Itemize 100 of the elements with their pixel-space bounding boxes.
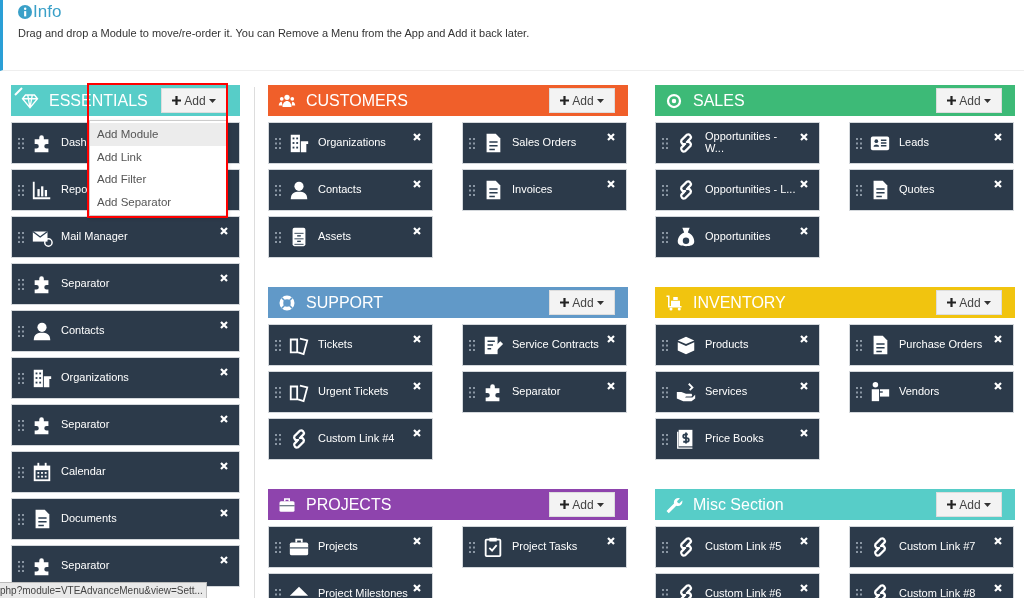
menu-tile[interactable]: Custom Link #7 — [849, 526, 1014, 568]
add-button[interactable]: Add — [936, 88, 1002, 113]
drag-handle-icon[interactable] — [275, 339, 281, 351]
menu-tile[interactable]: Opportunities - L... — [655, 169, 820, 211]
menu-tile[interactable]: Contacts — [11, 310, 240, 352]
drag-handle-icon[interactable] — [18, 372, 24, 384]
drag-handle-icon[interactable] — [856, 137, 862, 149]
drag-handle-icon[interactable] — [662, 386, 668, 398]
menu-tile[interactable]: Custom Link #5 — [655, 526, 820, 568]
drag-handle-icon[interactable] — [856, 386, 862, 398]
remove-icon[interactable] — [413, 382, 421, 390]
menu-tile[interactable]: Custom Link #6 — [655, 573, 820, 598]
drag-handle-icon[interactable] — [662, 588, 668, 598]
menu-tile[interactable]: Services — [655, 371, 820, 413]
remove-icon[interactable] — [413, 133, 421, 141]
menu-tile[interactable]: Price Books — [655, 418, 820, 460]
drag-handle-icon[interactable] — [18, 560, 24, 572]
drag-handle-icon[interactable] — [18, 231, 24, 243]
drag-handle-icon[interactable] — [18, 419, 24, 431]
add-button[interactable]: Add — [549, 88, 615, 113]
remove-icon[interactable] — [413, 335, 421, 343]
drag-handle-icon[interactable] — [856, 339, 862, 351]
menu-tile[interactable]: Custom Link #8 — [849, 573, 1014, 598]
drag-handle-icon[interactable] — [469, 184, 475, 196]
drag-handle-icon[interactable] — [662, 541, 668, 553]
drag-handle-icon[interactable] — [469, 386, 475, 398]
drag-handle-icon[interactable] — [856, 184, 862, 196]
remove-icon[interactable] — [413, 537, 421, 545]
drag-handle-icon[interactable] — [662, 231, 668, 243]
menu-tile[interactable]: Invoices — [462, 169, 627, 211]
drag-handle-icon[interactable] — [18, 278, 24, 290]
drag-handle-icon[interactable] — [18, 466, 24, 478]
add-button[interactable]: Add — [549, 290, 615, 315]
remove-icon[interactable] — [607, 537, 615, 545]
drag-handle-icon[interactable] — [18, 513, 24, 525]
drag-handle-icon[interactable] — [856, 541, 862, 553]
drag-handle-icon[interactable] — [662, 137, 668, 149]
remove-icon[interactable] — [800, 180, 808, 188]
remove-icon[interactable] — [994, 382, 1002, 390]
drag-handle-icon[interactable] — [662, 184, 668, 196]
menu-tile[interactable]: Assets — [268, 216, 433, 258]
remove-icon[interactable] — [220, 274, 228, 282]
remove-icon[interactable] — [800, 227, 808, 235]
remove-icon[interactable] — [800, 335, 808, 343]
menu-tile[interactable]: Projects — [268, 526, 433, 568]
menu-tile[interactable]: Project Tasks — [462, 526, 627, 568]
remove-icon[interactable] — [413, 584, 421, 592]
drag-handle-icon[interactable] — [275, 433, 281, 445]
menu-item[interactable]: Add Filter — [90, 168, 227, 191]
remove-icon[interactable] — [800, 537, 808, 545]
drag-handle-icon[interactable] — [18, 325, 24, 337]
menu-item[interactable]: Add Separator — [90, 190, 227, 213]
remove-icon[interactable] — [220, 321, 228, 329]
add-button[interactable]: Add — [549, 492, 615, 517]
remove-icon[interactable] — [413, 227, 421, 235]
remove-icon[interactable] — [800, 382, 808, 390]
remove-icon[interactable] — [800, 429, 808, 437]
menu-tile[interactable]: Separator — [11, 263, 240, 305]
remove-icon[interactable] — [220, 227, 228, 235]
menu-tile[interactable]: Separator — [11, 545, 240, 587]
drag-handle-icon[interactable] — [662, 339, 668, 351]
add-button[interactable]: Add — [936, 492, 1002, 517]
menu-tile[interactable]: Service Contracts — [462, 324, 627, 366]
menu-item[interactable]: Add Link — [90, 145, 227, 168]
menu-tile[interactable]: Documents — [11, 498, 240, 540]
menu-tile[interactable]: Quotes — [849, 169, 1014, 211]
remove-icon[interactable] — [607, 180, 615, 188]
remove-icon[interactable] — [994, 584, 1002, 592]
drag-handle-icon[interactable] — [275, 541, 281, 553]
menu-tile[interactable]: Separator — [11, 404, 240, 446]
remove-icon[interactable] — [800, 584, 808, 592]
menu-tile[interactable]: Mail Manager — [11, 216, 240, 258]
add-button[interactable]: Add — [936, 290, 1002, 315]
remove-icon[interactable] — [413, 180, 421, 188]
remove-icon[interactable] — [994, 537, 1002, 545]
drag-handle-icon[interactable] — [856, 588, 862, 598]
remove-icon[interactable] — [607, 382, 615, 390]
remove-icon[interactable] — [220, 462, 228, 470]
menu-tile[interactable]: Sales Orders — [462, 122, 627, 164]
drag-handle-icon[interactable] — [469, 339, 475, 351]
menu-tile[interactable]: Vendors — [849, 371, 1014, 413]
menu-tile[interactable]: Organizations — [11, 357, 240, 399]
remove-icon[interactable] — [413, 429, 421, 437]
drag-handle-icon[interactable] — [275, 231, 281, 243]
menu-tile[interactable]: Purchase Orders — [849, 324, 1014, 366]
drag-handle-icon[interactable] — [275, 184, 281, 196]
menu-tile[interactable]: Calendar — [11, 451, 240, 493]
drag-handle-icon[interactable] — [18, 137, 24, 149]
menu-tile[interactable]: Separator — [462, 371, 627, 413]
drag-handle-icon[interactable] — [469, 137, 475, 149]
menu-tile[interactable]: Opportunities - W... — [655, 122, 820, 164]
drag-handle-icon[interactable] — [275, 588, 281, 598]
remove-icon[interactable] — [994, 180, 1002, 188]
drag-handle-icon[interactable] — [275, 137, 281, 149]
menu-tile[interactable]: Custom Link #4 — [268, 418, 433, 460]
remove-icon[interactable] — [994, 133, 1002, 141]
drag-handle-icon[interactable] — [275, 386, 281, 398]
remove-icon[interactable] — [220, 368, 228, 376]
menu-item[interactable]: Add Module — [90, 123, 227, 146]
drag-handle-icon[interactable] — [469, 541, 475, 553]
